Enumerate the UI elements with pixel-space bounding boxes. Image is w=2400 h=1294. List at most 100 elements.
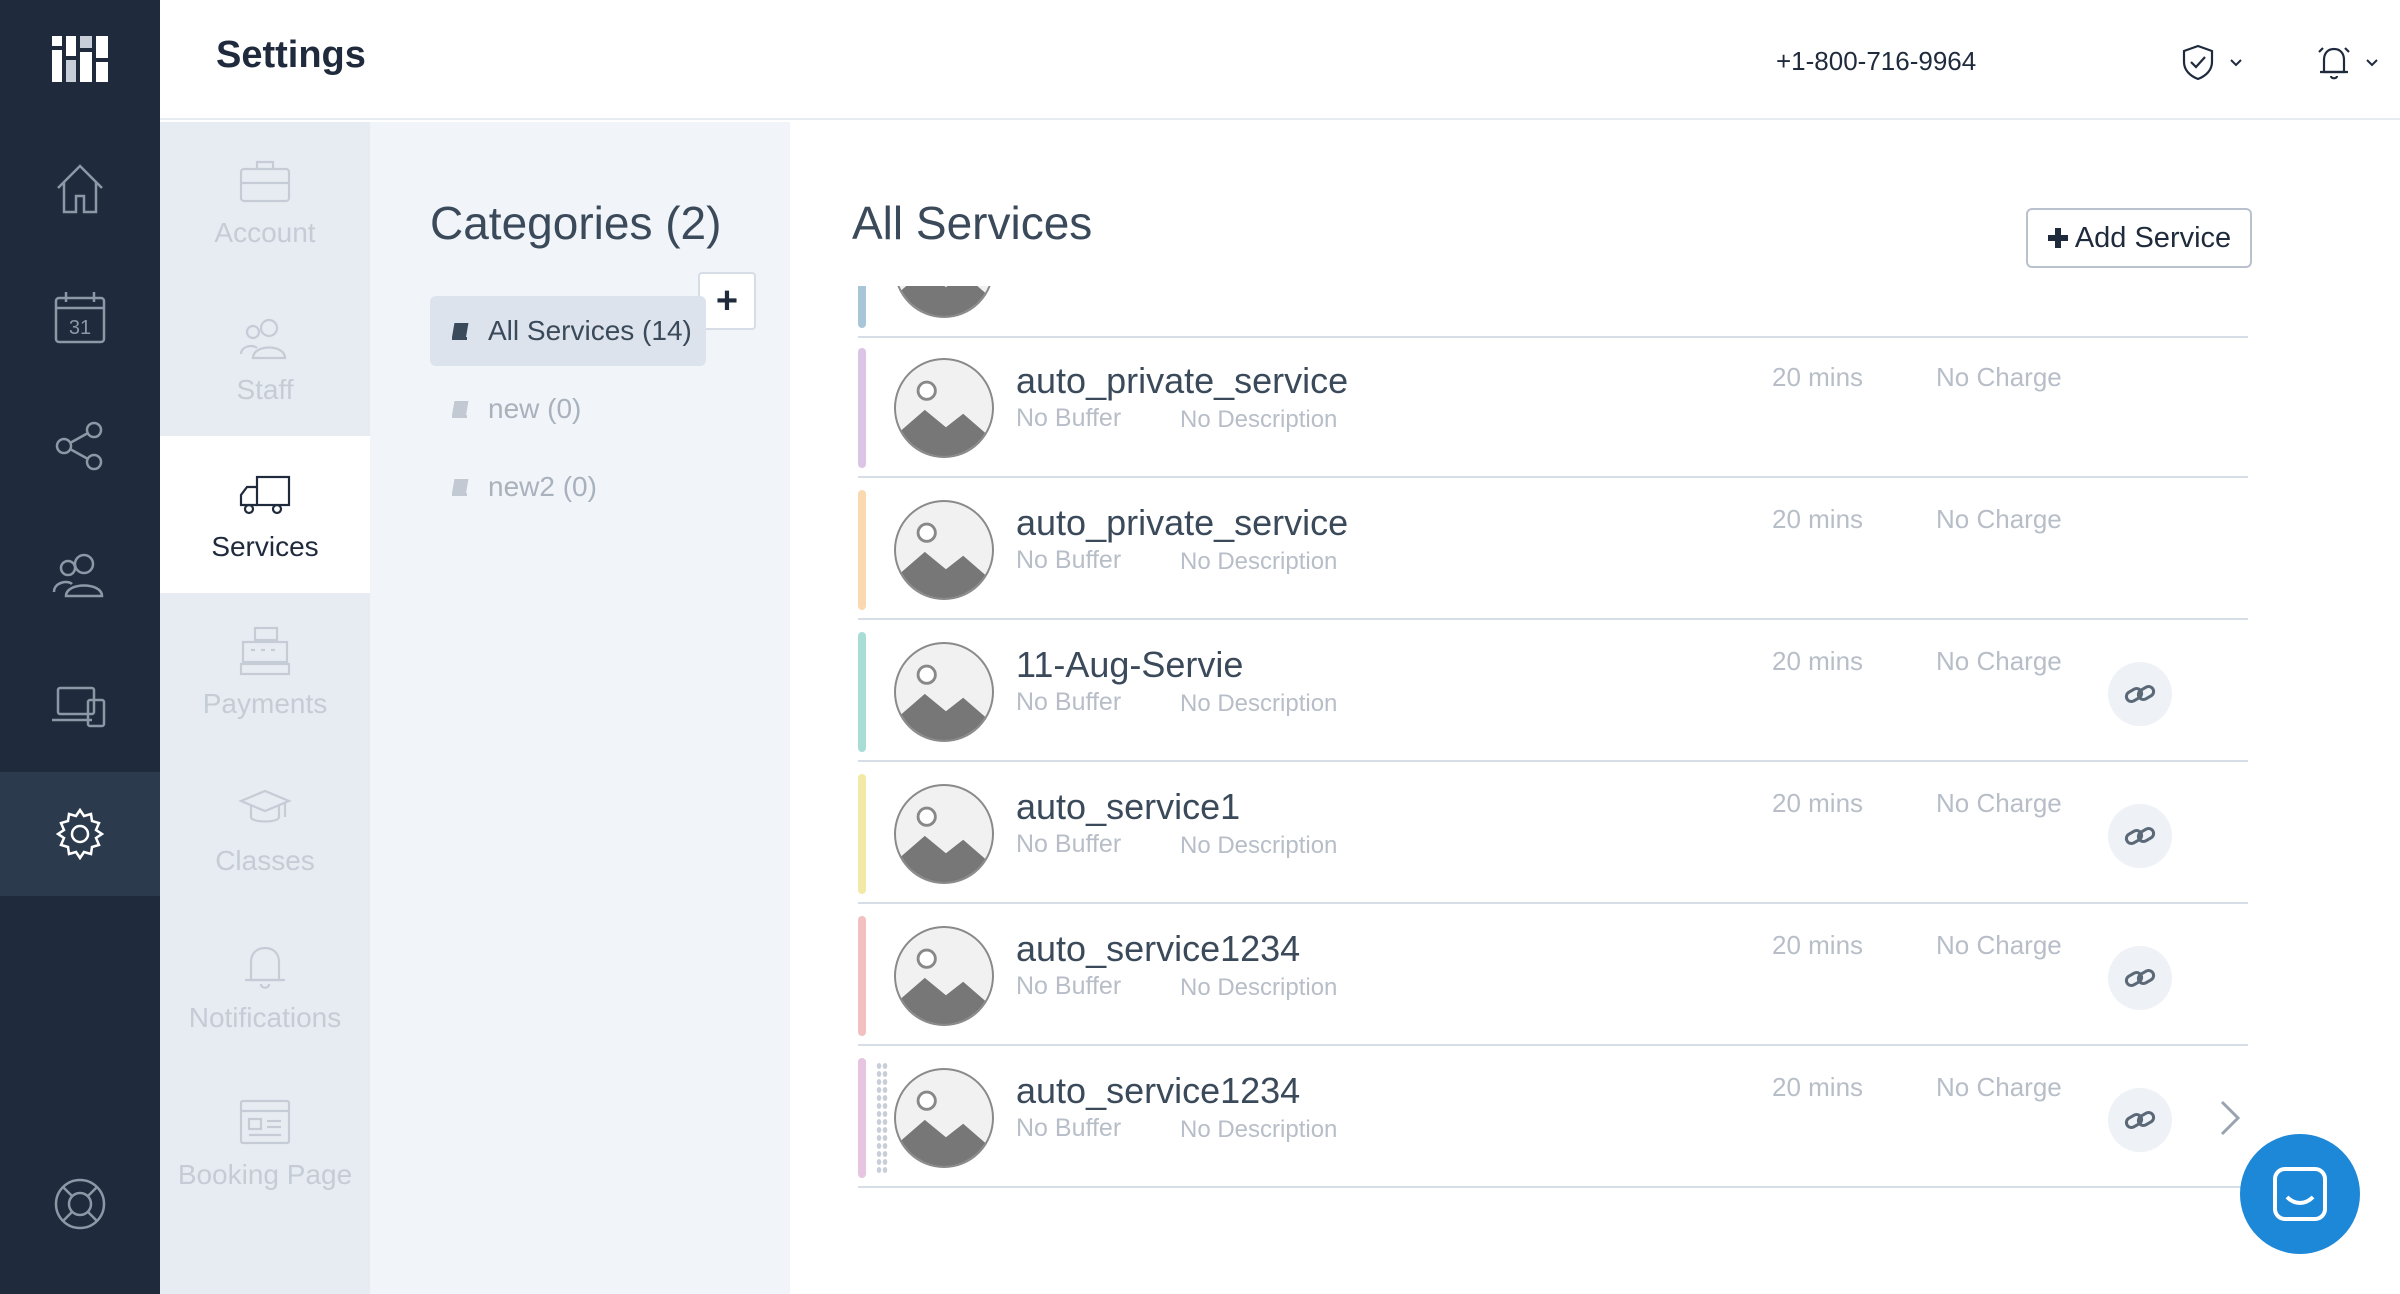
copy-link-button[interactable] (2108, 804, 2172, 868)
drag-handle-icon[interactable] (876, 1062, 888, 1174)
color-bar (858, 286, 866, 328)
subnav-account[interactable]: Account (160, 122, 370, 279)
support-phone[interactable]: +1-800-716-9964 (1776, 46, 1976, 77)
category-label: new2 (0) (488, 471, 597, 502)
service-row[interactable]: auto_private_service No Buffer No Descri… (858, 480, 2248, 620)
service-buffer: No Buffer (1016, 546, 1122, 574)
add-category-button[interactable]: + (698, 272, 756, 330)
services-list[interactable]: auto_private_service No Buffer No Descri… (858, 286, 2248, 1294)
service-row[interactable]: 11-Aug-Servie No Buffer No Description 2… (858, 622, 2248, 762)
service-name: auto_service1234 (1016, 1070, 1301, 1111)
bell-icon (245, 946, 285, 989)
link-icon (2124, 1111, 2156, 1129)
service-charge: No Charge (1936, 646, 2062, 676)
calendar-icon: 31 (54, 292, 106, 344)
color-bar (858, 632, 866, 752)
service-row[interactable]: auto_service1 No Buffer No Description 2… (858, 764, 2248, 904)
top-header: Settings +1-800-716-9964 (160, 0, 2400, 120)
graduation-cap-icon (238, 789, 292, 823)
settings-icon (55, 807, 105, 861)
category-new[interactable]: new (0) (430, 374, 595, 444)
svg-text:31: 31 (69, 317, 91, 339)
app-logo-icon[interactable] (52, 36, 108, 82)
notifications-menu[interactable] (2314, 40, 2380, 84)
category-all-services[interactable]: All Services (14) (430, 296, 706, 366)
subnav-staff[interactable]: Staff (160, 279, 370, 436)
service-row[interactable]: auto_service1234 No Buffer No Descriptio… (858, 906, 2248, 1046)
register-icon (239, 626, 291, 675)
chevron-right-icon[interactable] (2214, 1096, 2244, 1140)
share-icon (55, 421, 103, 471)
subnav-label: Staff (236, 373, 294, 405)
color-bar (858, 774, 866, 894)
service-duration: 20 mins (1772, 646, 1864, 676)
service-buffer: No Buffer (1016, 972, 1122, 1000)
devices-icon (52, 686, 106, 728)
plus-icon (2047, 228, 2068, 248)
settings-subnav: Account Staff Services Payments Classes … (160, 122, 370, 1294)
subnav-label: Classes (215, 844, 315, 876)
subnav-booking-page[interactable]: Booking Page (160, 1064, 370, 1221)
image-placeholder-icon (894, 926, 994, 1026)
chat-icon (2273, 1167, 2327, 1221)
home-icon (57, 164, 103, 214)
service-name: auto_private_service (1016, 502, 1349, 543)
categories-heading: Categories (2) (430, 197, 722, 249)
service-description: No Description (1180, 548, 1338, 575)
image-placeholder-icon (894, 358, 994, 458)
rail-settings[interactable] (0, 772, 160, 896)
subnav-label: Payments (202, 687, 328, 719)
security-menu[interactable] (2178, 40, 2244, 84)
app-rail: 31 (0, 0, 160, 1294)
service-row[interactable]: auto_private_service No Buffer No Descri… (858, 338, 2248, 478)
service-row[interactable]: auto_service1234 No Buffer No Descriptio… (858, 1048, 2248, 1188)
service-duration: 20 mins (1772, 788, 1864, 818)
service-charge: No Charge (1936, 1072, 2062, 1102)
service-description: No Description (1180, 974, 1338, 1001)
add-service-label: Add Service (2074, 221, 2232, 254)
link-icon (2124, 969, 2156, 987)
rail-devices[interactable] (0, 644, 160, 768)
service-buffer: No Buffer (1016, 688, 1122, 716)
service-description: No Description (1180, 406, 1338, 433)
service-charge: No Charge (1936, 930, 2062, 960)
service-duration: 20 mins (1772, 362, 1864, 392)
chevron-down-icon (2366, 59, 2378, 67)
add-service-button[interactable]: Add Service (2026, 208, 2252, 268)
booking-page-icon (239, 1099, 291, 1144)
rail-calendar[interactable]: 31 (0, 256, 160, 380)
subnav-payments[interactable]: Payments (160, 593, 370, 750)
subnav-label: Booking Page (177, 1158, 353, 1190)
service-name: auto_service1 (1016, 786, 1241, 827)
subnav-label: Account (214, 216, 316, 248)
color-bar (858, 916, 866, 1036)
service-buffer: No Buffer (1016, 830, 1122, 858)
rail-support[interactable] (0, 1142, 160, 1266)
copy-link-button[interactable] (2108, 946, 2172, 1010)
image-placeholder-icon (894, 784, 994, 884)
rail-home[interactable] (0, 126, 160, 250)
rail-customers[interactable] (0, 512, 160, 636)
book-icon (452, 479, 469, 496)
subnav-label: Notifications (188, 1001, 342, 1033)
services-heading: All Services (852, 197, 1093, 249)
services-panel: All Services Add Service auto_private_se… (790, 122, 2400, 1294)
subnav-services[interactable]: Services (160, 436, 370, 593)
service-name: auto_service1234 (1016, 928, 1301, 969)
briefcase-icon (239, 160, 291, 202)
color-bar (858, 348, 866, 468)
copy-link-button[interactable] (2108, 1088, 2172, 1152)
service-duration: 20 mins (1772, 504, 1864, 534)
subnav-notifications[interactable]: Notifications (160, 907, 370, 1064)
rail-share[interactable] (0, 384, 160, 508)
service-description: No Description (1180, 1116, 1338, 1143)
chat-launcher-button[interactable] (2240, 1134, 2360, 1254)
service-row[interactable] (858, 286, 2248, 338)
page-title: Settings (216, 34, 366, 76)
image-placeholder-icon (894, 1068, 994, 1168)
support-icon (54, 1178, 106, 1230)
copy-link-button[interactable] (2108, 662, 2172, 726)
chevron-down-icon (2230, 59, 2242, 67)
subnav-classes[interactable]: Classes (160, 750, 370, 907)
category-new2[interactable]: new2 (0) (430, 452, 611, 522)
